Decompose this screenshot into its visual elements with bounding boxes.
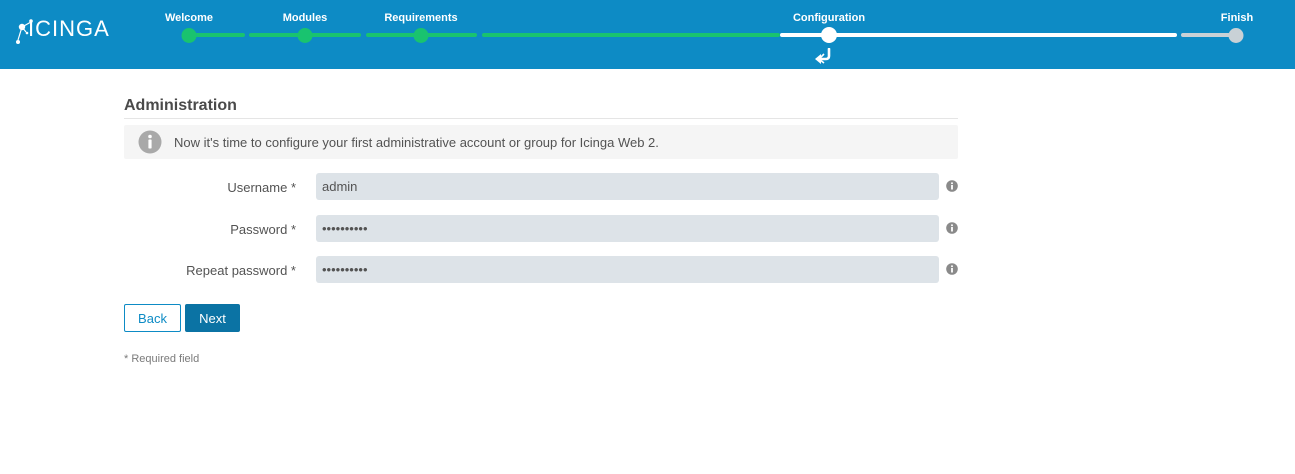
- repeat-password-input[interactable]: [316, 256, 939, 283]
- step-label-welcome: Welcome: [164, 12, 214, 24]
- step-dot-finish: [1228, 28, 1244, 43]
- info-message-text: Now it's time to configure your first ad…: [174, 135, 659, 150]
- return-arrow-icon: [815, 48, 831, 64]
- logo-text: ICINGA: [28, 16, 110, 41]
- back-button[interactable]: Back: [124, 304, 181, 332]
- required-field-note: * Required field: [124, 353, 200, 365]
- next-button[interactable]: Next: [185, 304, 240, 332]
- progress-segment-configuration: [780, 33, 1177, 37]
- repeat-password-label: Repeat password *: [186, 263, 296, 278]
- step-dot-welcome: [181, 28, 197, 43]
- step-label-modules: Modules: [282, 12, 328, 24]
- info-icon: [138, 130, 162, 154]
- page-title: Administration: [124, 97, 237, 114]
- help-icon[interactable]: [946, 263, 958, 275]
- username-input[interactable]: [316, 173, 939, 200]
- title-divider: [124, 118, 958, 119]
- help-icon[interactable]: [946, 222, 958, 234]
- step-label-configuration: Configuration: [792, 12, 866, 24]
- help-icon[interactable]: [946, 180, 958, 192]
- password-label: Password *: [230, 222, 296, 237]
- password-input[interactable]: [316, 215, 939, 242]
- progress-segment-to-configuration: [482, 33, 780, 37]
- step-label-requirements: Requirements: [384, 12, 458, 24]
- step-label-finish: Finish: [1220, 12, 1254, 24]
- step-dot-modules: [297, 28, 313, 43]
- step-dot-requirements: [413, 28, 429, 43]
- username-label: Username *: [227, 180, 296, 195]
- wizard-header: ICINGA Welcome Modules Requirements Conf…: [0, 0, 1295, 69]
- step-dot-configuration: [821, 27, 837, 43]
